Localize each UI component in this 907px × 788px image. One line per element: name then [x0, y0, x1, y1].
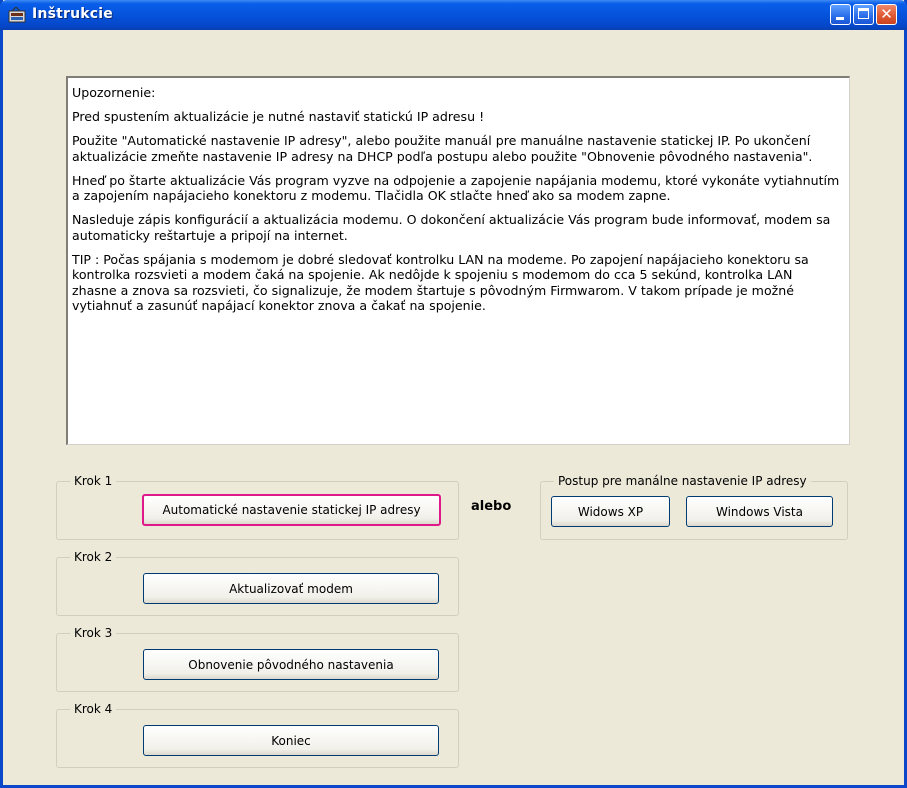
- minimize-icon: [836, 17, 844, 20]
- instruction-paragraph: TIP : Počas spájania s modemom je dobré …: [72, 251, 809, 314]
- manual-ip-label: Postup pre manálne nastavenie IP adresy: [558, 474, 807, 488]
- step-4-label: Krok 4: [74, 702, 113, 716]
- step-1-label: Krok 1: [74, 474, 113, 488]
- restore-settings-button[interactable]: Obnovenie pôvodného nastavenia: [143, 649, 439, 680]
- app-icon: [8, 6, 26, 23]
- maximize-button[interactable]: [853, 4, 874, 25]
- minimize-button[interactable]: [830, 4, 851, 25]
- instruction-paragraph: Hneď po štarte aktualizácie Vás program …: [72, 172, 840, 204]
- windows-vista-button[interactable]: Windows Vista: [686, 496, 833, 527]
- instruction-paragraph: Pred spustením aktualizácie je nutné nas…: [72, 108, 485, 124]
- close-icon: ✕: [880, 5, 893, 23]
- step-3-label: Krok 3: [74, 626, 113, 640]
- step-2-label: Krok 2: [74, 550, 113, 564]
- or-label: alebo: [471, 499, 512, 514]
- instruction-paragraph: Nasleduje zápis konfigurácií a aktualizá…: [72, 212, 831, 243]
- window-title: Inštrukcie: [32, 6, 113, 22]
- windows-xp-button[interactable]: Widows XP: [551, 496, 670, 527]
- instructions-textbox[interactable]: Upozornenie: Pred spustením aktualizácie…: [66, 76, 850, 445]
- close-button[interactable]: ✕: [876, 4, 897, 25]
- exit-button[interactable]: Koniec: [143, 725, 439, 756]
- update-modem-button[interactable]: Aktualizovať modem: [143, 573, 439, 604]
- instructions-window: Inštrukcie ✕ Upozornenie: Pred spustením…: [0, 0, 907, 788]
- maximize-icon: [858, 8, 869, 19]
- auto-static-ip-button[interactable]: Automatické nastavenie statickej IP adre…: [142, 494, 441, 526]
- instruction-paragraph: Upozornenie:: [72, 85, 156, 100]
- title-bar[interactable]: Inštrukcie ✕: [0, 0, 907, 30]
- instruction-paragraph: Použite "Automatické nastavenie IP adres…: [72, 132, 813, 164]
